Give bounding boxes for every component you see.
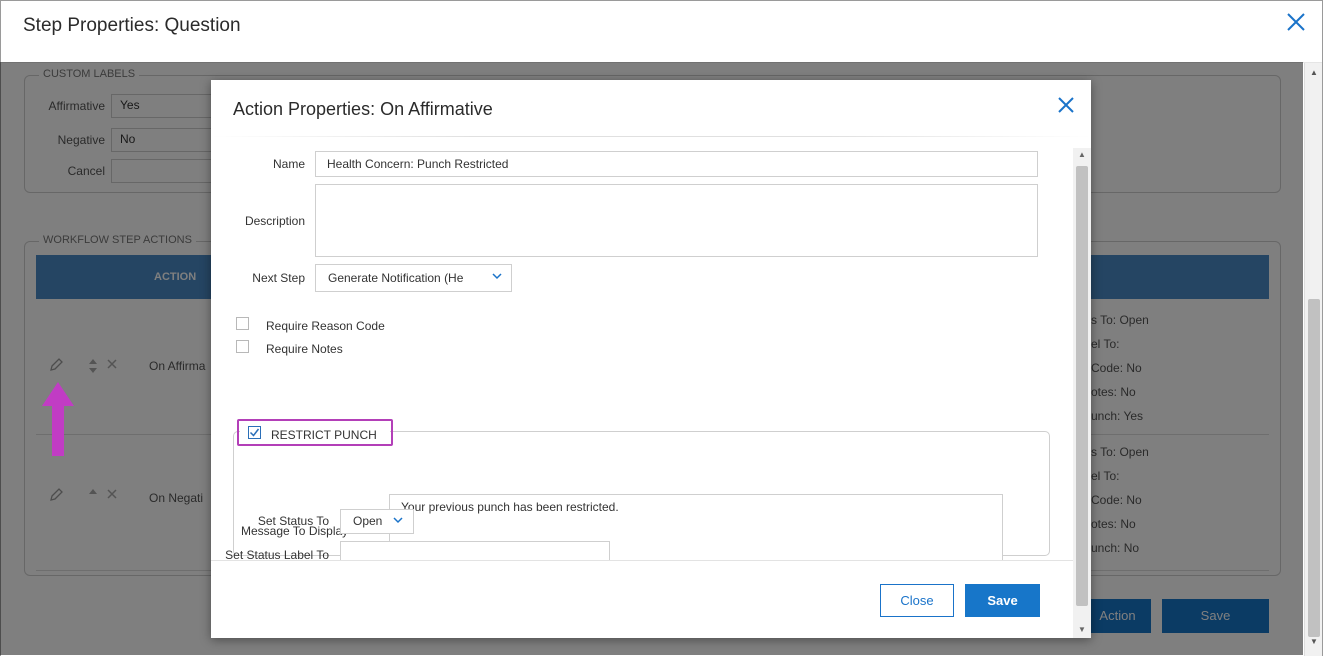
name-input[interactable]: Health Concern: Punch Restricted [315,151,1038,177]
modal-scroll-thumb[interactable] [1076,166,1088,606]
require-reason-code-checkbox[interactable] [236,317,249,330]
scroll-down-icon[interactable]: ▼ [1309,638,1319,646]
description-textarea[interactable] [315,184,1038,257]
name-label: Name [272,157,305,171]
modal-footer-separator [211,560,1073,561]
outer-header: Step Properties: Question [1,1,1322,63]
description-label: Description [244,214,305,228]
save-button[interactable]: Save [965,584,1040,617]
next-step-label: Next Step [252,271,305,285]
scroll-up-icon[interactable]: ▲ [1309,69,1319,77]
modal-scrollbar[interactable]: ▲ ▼ [1073,148,1091,638]
set-status-label: Set Status To [257,514,329,528]
close-button[interactable]: Close [880,584,954,617]
set-status-label-to-input[interactable] [340,541,610,561]
next-step-select[interactable]: Generate Notification (He [315,264,512,292]
chevron-down-icon [393,515,403,528]
scroll-up-icon[interactable]: ▲ [1077,150,1087,159]
next-step-value: Generate Notification (He [328,271,464,285]
modal-close-icon[interactable] [1054,93,1078,117]
outer-close-icon[interactable] [1283,9,1309,35]
arrow-up-icon [40,380,76,458]
require-reason-code-label: Require Reason Code [266,319,385,333]
outer-title: Step Properties: Question [23,15,241,36]
outer-scroll-thumb[interactable] [1308,299,1320,637]
require-notes-label: Require Notes [266,342,343,356]
scroll-down-icon[interactable]: ▼ [1077,625,1087,634]
set-status-select[interactable]: Open [340,509,414,534]
outer-scrollbar[interactable]: ▲ ▼ [1304,63,1322,656]
chevron-down-icon [492,271,502,284]
action-properties-modal: Action Properties: On Affirmative Name H… [211,80,1091,638]
modal-title: Action Properties: On Affirmative [233,99,493,119]
set-status-value: Open [353,514,383,528]
require-notes-checkbox[interactable] [236,340,249,353]
restrict-punch-highlight [237,419,393,446]
modal-body: Name Health Concern: Punch Restricted De… [211,137,1073,561]
